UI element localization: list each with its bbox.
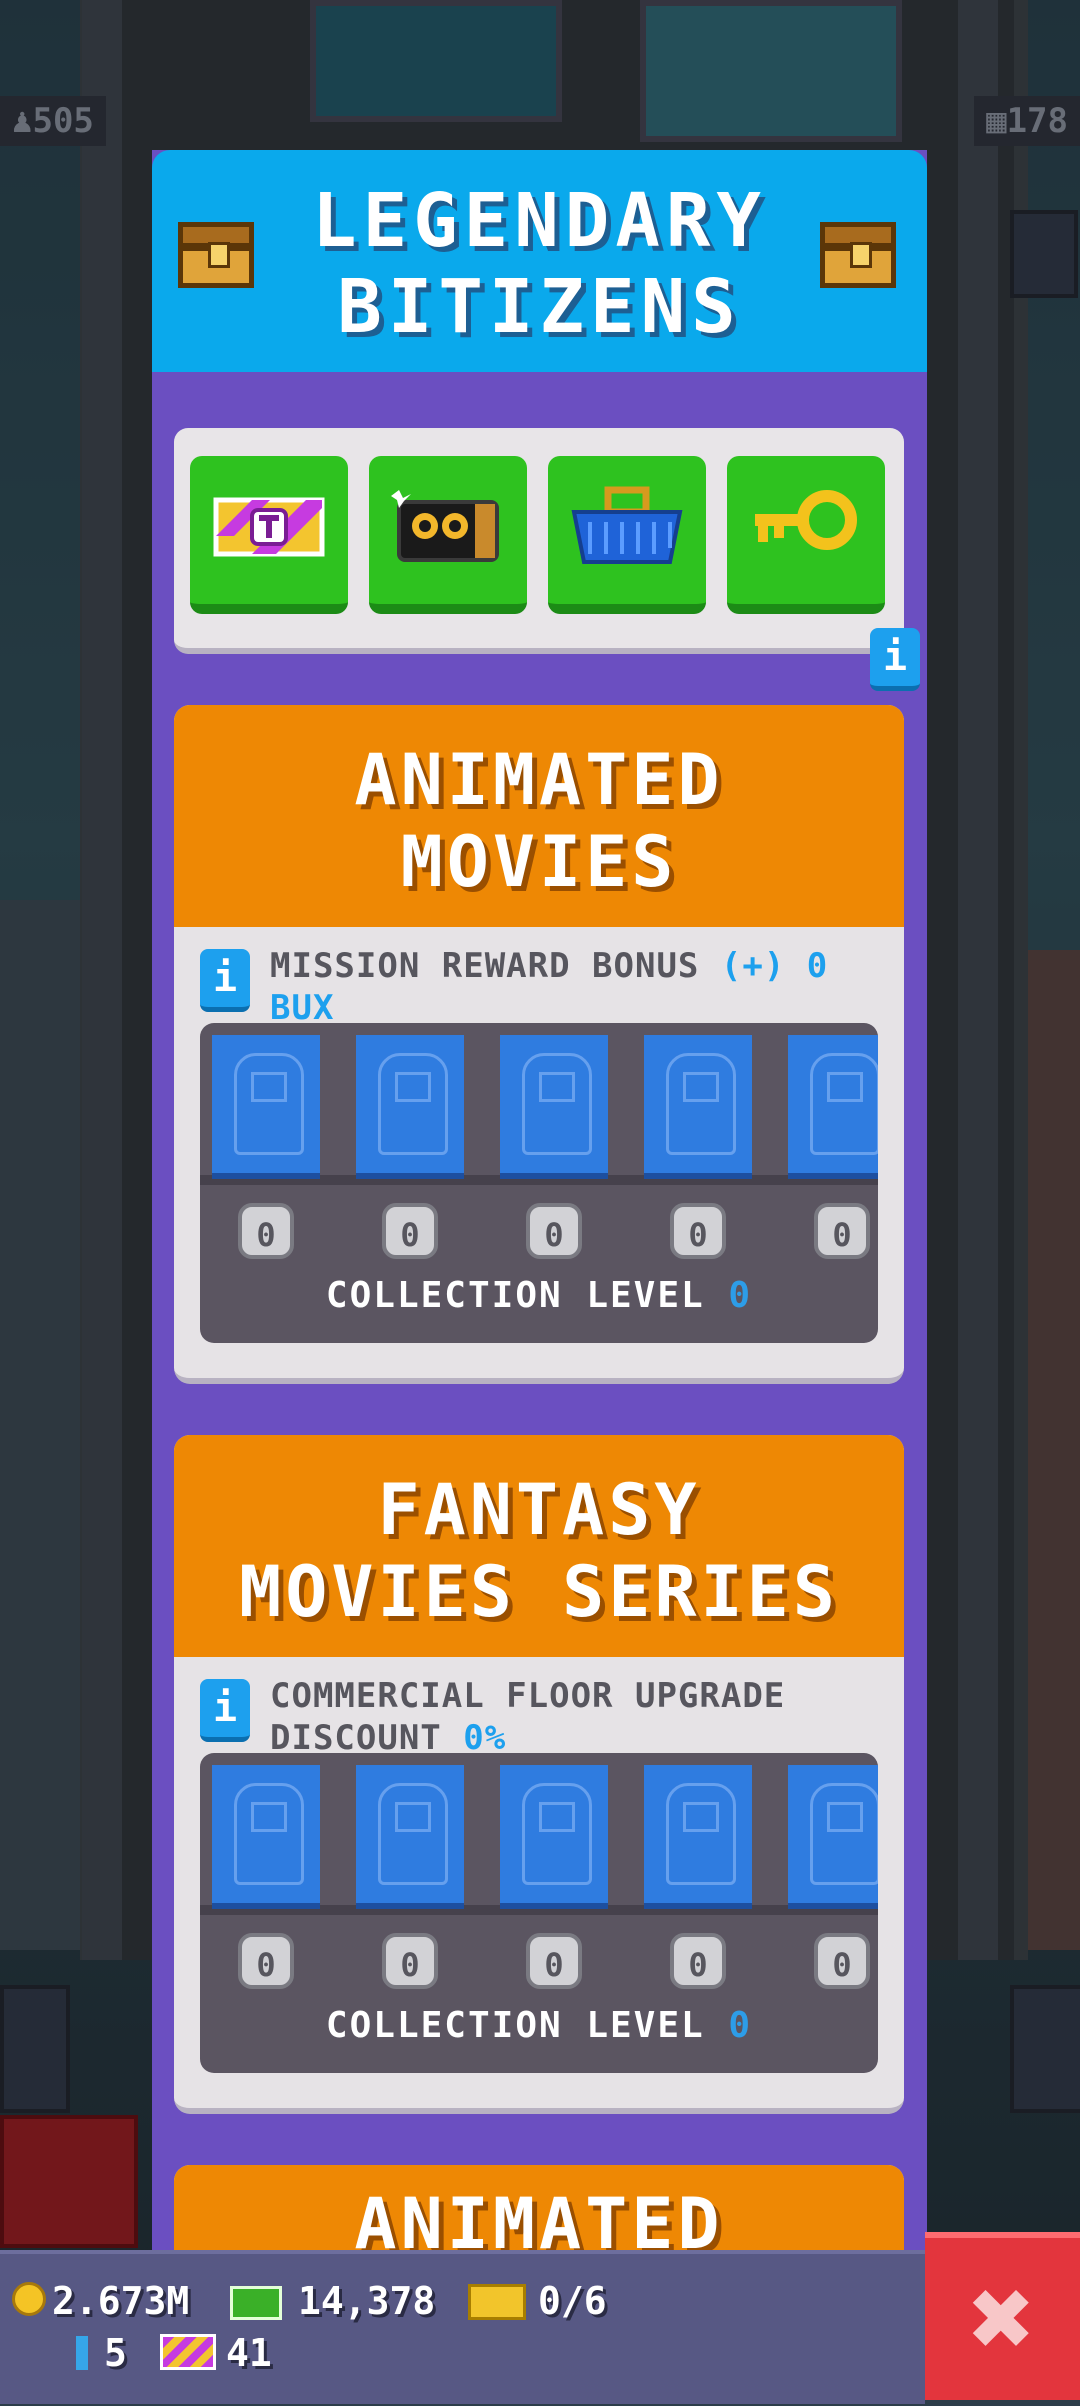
tickets-value: 0/6 [538,2279,607,2323]
bitizen-silhouette-icon [810,1783,878,1885]
bitizen-silhouette-icon [378,1053,448,1155]
bux-icon [230,2286,282,2320]
legendary-bitizens-panel: LEGENDARY BITIZENS i ANIMATED MOVIES i M… [152,150,927,2250]
bitizen-silhouette-icon [666,1053,736,1155]
info-button[interactable]: i [870,628,920,691]
bitizen-silhouette-icon [810,1053,878,1155]
collection-card-fantasy-movies-series: FANTASY MOVIES SERIES i COMMERCIAL FLOOR… [174,1435,904,2114]
collection-level-label: COLLECTION LEVEL [325,1275,729,1316]
close-icon: ✖ [969,2254,1036,2382]
card-count-badge: 0 [526,1203,582,1259]
card-count-badge: 0 [382,1203,438,1259]
card-count-badge: 0 [814,1933,870,1989]
bonus-text: MISSION REWARD BONUS (+) 0 BUX [270,945,880,1029]
bitizen-silhouette-icon [378,1783,448,1885]
tower-bux-value: 41 [226,2331,272,2375]
collection-level-label: COLLECTION LEVEL [325,2005,729,2046]
collection-card-animated: ANIMATED [174,2165,904,2250]
card-count-badge: 0 [382,1933,438,1989]
vip-camera-button[interactable] [369,456,527,614]
bitizen-card[interactable] [788,1035,878,1179]
bitizen-card[interactable] [212,1035,320,1179]
card-count-badge: 0 [670,1933,726,1989]
shopping-basket-button[interactable] [548,456,706,614]
tool-row [174,428,904,654]
card-count-badge: 0 [670,1203,726,1259]
bitizen-card-tray: 0 0 0 0 0 COLLECTION LEVEL 0 [200,1753,878,2073]
bonus-label: MISSION REWARD BONUS [270,946,721,986]
bonus-label: COMMERCIAL FLOOR UPGRADE DISCOUNT [270,1676,786,1758]
collection-level-value: 0 [728,2005,753,2046]
coins-value: 2.673M [52,2279,190,2323]
close-button[interactable]: ✖ [925,2232,1080,2400]
tower-bux-ticket-button[interactable] [190,456,348,614]
page-title: LEGENDARY BITIZENS [312,178,767,350]
bonus-text: COMMERCIAL FLOOR UPGRADE DISCOUNT 0% [270,1675,880,1759]
bitizen-card[interactable] [644,1035,752,1179]
bonus-info-button[interactable]: i [200,949,250,1012]
collection-header: FANTASY MOVIES SERIES [174,1435,904,1657]
key-icon [755,490,857,550]
bitizen-card[interactable] [356,1035,464,1179]
card-count-badge: 0 [814,1203,870,1259]
treasure-chest-icon [820,222,896,288]
collection-header: ANIMATED [174,2165,904,2250]
coin-icon [12,2282,46,2316]
card-count-badge: 0 [238,1933,294,1989]
bitizen-card[interactable] [212,1765,320,1909]
tower-bux-ticket-icon [213,497,325,557]
treasure-chest-icon [178,222,254,288]
bux-value: 14,378 [298,2279,436,2323]
bitizen-silhouette-icon [234,1053,304,1155]
crystals-value: 5 [104,2331,127,2375]
collection-header: ANIMATED MOVIES [174,705,904,927]
golden-ticket-icon [468,2284,526,2320]
resource-bar [0,2250,925,2404]
collection-card-animated-movies: ANIMATED MOVIES i MISSION REWARD BONUS (… [174,705,904,1384]
panel-header: LEGENDARY BITIZENS [152,150,927,372]
bitizen-card-tray: 0 0 0 0 0 COLLECTION LEVEL 0 [200,1023,878,1343]
crystal-icon [76,2336,88,2370]
collection-title: ANIMATED [354,2183,724,2250]
bitizen-card[interactable] [788,1765,878,1909]
bitizen-card[interactable] [356,1765,464,1909]
bitizen-silhouette-icon [522,1053,592,1155]
collection-title: FANTASY MOVIES SERIES [239,1469,839,1633]
bonus-info-button[interactable]: i [200,1679,250,1742]
card-count-badge: 0 [526,1933,582,1989]
camera-icon [391,490,499,562]
bitizen-card[interactable] [644,1765,752,1909]
collection-level-value: 0 [728,1275,753,1316]
card-count-badge: 0 [238,1203,294,1259]
tower-bux-icon [160,2334,216,2370]
bitizen-card[interactable] [500,1765,608,1909]
bonus-value: 0% [463,1718,507,1758]
basket-icon [571,486,683,564]
collection-title: ANIMATED MOVIES [354,739,724,903]
golden-key-button[interactable] [727,456,885,614]
collection-level: COLLECTION LEVEL 0 [200,2005,878,2046]
collection-level: COLLECTION LEVEL 0 [200,1275,878,1316]
bitizen-silhouette-icon [666,1783,736,1885]
bitizen-silhouette-icon [234,1783,304,1885]
bitizen-silhouette-icon [522,1783,592,1885]
bitizen-card[interactable] [500,1035,608,1179]
